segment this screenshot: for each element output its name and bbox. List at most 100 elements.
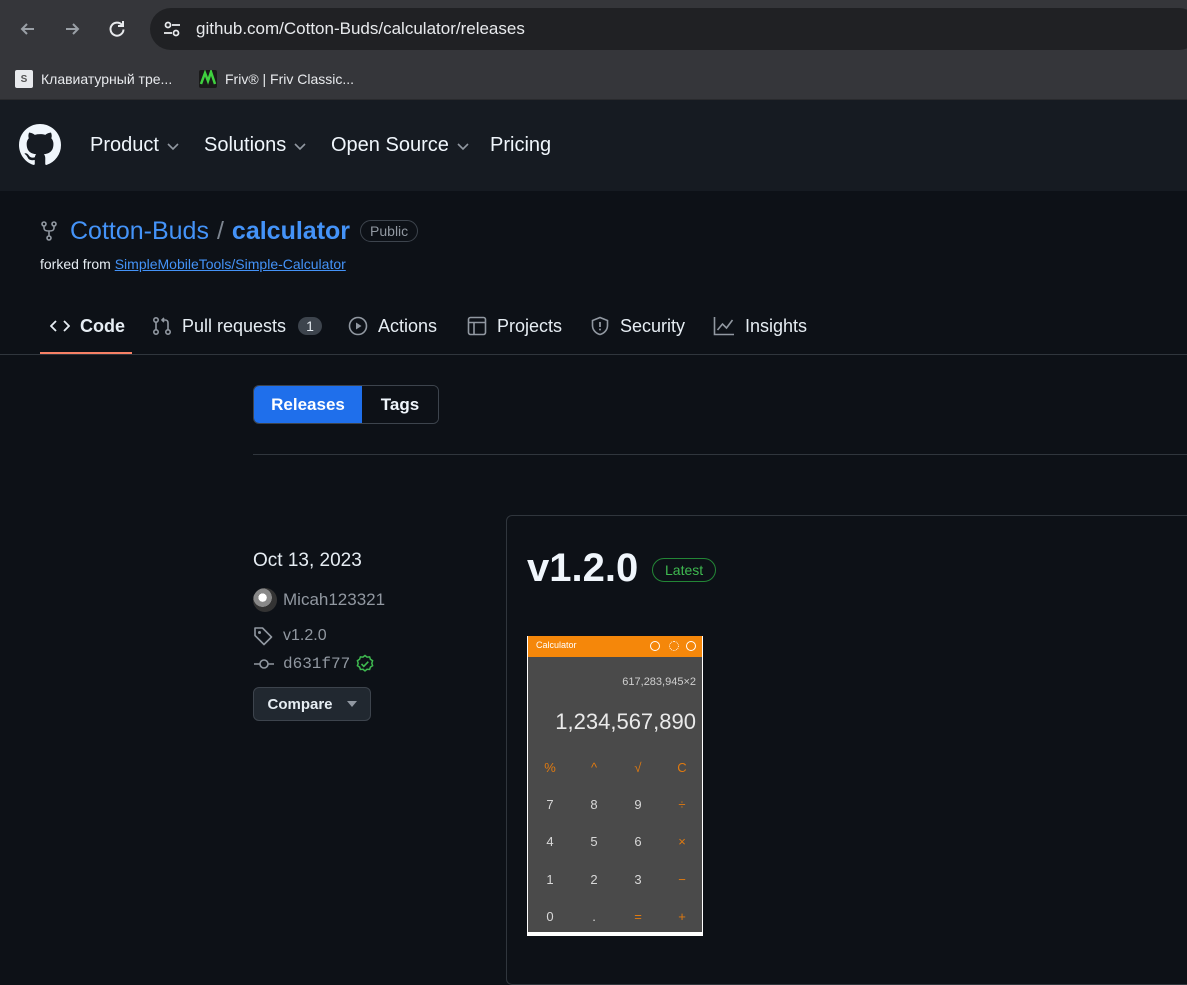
reload-button[interactable] (104, 16, 130, 42)
calc-key: 6 (634, 834, 642, 849)
calc-key: × (678, 834, 686, 849)
calc-key: 2 (590, 872, 598, 887)
git-commit-icon (254, 659, 274, 669)
chevron-down-icon (167, 142, 179, 150)
repo-title: Cotton-Buds / calculator Public (40, 215, 419, 247)
verified-icon[interactable] (355, 654, 375, 674)
calc-key: % (544, 760, 556, 775)
calc-key: √ (634, 760, 642, 775)
repo-tabs: Code Pull requests 1 Actions Projects Se… (0, 300, 1187, 355)
address-bar[interactable]: github.com/Cotton-Buds/calculator/releas… (150, 8, 1187, 50)
repo-name-link[interactable]: calculator (232, 217, 350, 246)
tab-label: Security (620, 315, 686, 336)
release-date: Oct 13, 2023 (253, 550, 362, 571)
tab-code[interactable]: Code (50, 312, 125, 340)
info-icon (686, 641, 696, 651)
repo-separator: / (216, 216, 224, 245)
author-name[interactable]: Micah123321 (283, 590, 385, 610)
tag-name[interactable]: v1.2.0 (283, 627, 327, 645)
arrow-left-icon (20, 23, 34, 35)
url-text[interactable]: github.com/Cotton-Buds/calculator/releas… (196, 19, 525, 39)
menu-pricing[interactable]: Pricing (490, 134, 551, 157)
tab-label: Code (80, 315, 125, 336)
visibility-badge: Public (360, 220, 419, 242)
calc-key: 7 (546, 797, 554, 812)
release-tag-link[interactable]: v1.2.0 (253, 626, 327, 646)
calc-key: 9 (634, 797, 642, 812)
app-title: Calculator (536, 640, 577, 650)
bookmark-favicon: S (15, 70, 33, 88)
release-screenshot[interactable]: Calculator 617,283,945×2 1,234,567,890 %… (527, 636, 703, 936)
avatar[interactable] (253, 588, 277, 612)
code-icon (50, 320, 70, 332)
calc-key: 8 (590, 797, 598, 812)
tab-pull-requests[interactable]: Pull requests 1 (152, 312, 322, 340)
chevron-down-icon (294, 142, 306, 150)
calc-key: = (634, 909, 642, 924)
chevron-down-icon (457, 142, 469, 150)
tab-insights[interactable]: Insights (713, 312, 807, 340)
browser-toolbar: github.com/Cotton-Buds/calculator/releas… (0, 0, 1187, 58)
commit-sha[interactable]: d631f77 (283, 655, 350, 673)
history-icon (650, 641, 660, 651)
triangle-down-icon (346, 701, 357, 707)
forked-from-link[interactable]: SimpleMobileTools/Simple-Calculator (115, 256, 346, 272)
site-info-icon[interactable] (160, 18, 184, 40)
bookmark-keyboard-trainer[interactable]: S Клавиатурный тре... (15, 66, 172, 92)
tab-label: Actions (378, 315, 438, 336)
menu-open-source[interactable]: Open Source (331, 134, 469, 157)
releases-tags-toggle: Releases Tags (253, 385, 439, 424)
calc-key: C (677, 760, 687, 775)
friv-icon (199, 70, 217, 88)
divider (253, 454, 1187, 455)
tab-label: Projects (497, 315, 563, 336)
menu-label: Product (90, 134, 159, 156)
calc-key: 3 (634, 872, 642, 887)
github-logo-icon[interactable] (19, 124, 61, 166)
menu-product[interactable]: Product (90, 134, 179, 157)
latest-badge: Latest (652, 558, 717, 582)
settings-icon (669, 641, 679, 651)
back-button[interactable] (15, 16, 41, 42)
releases-button[interactable]: Releases (254, 386, 362, 423)
calc-key: ^ (590, 760, 598, 775)
calc-result: 1,234,567,890 (555, 709, 696, 734)
bookmarks-bar: S Клавиатурный тре... Friv® | Friv Class… (0, 58, 1187, 100)
menu-label: Pricing (490, 134, 552, 156)
table-icon (467, 316, 487, 336)
release-card: v1.2.0 Latest Calculator 617,283,945×2 1… (506, 515, 1187, 985)
calc-key: ÷ (678, 797, 686, 812)
menu-solutions[interactable]: Solutions (204, 134, 306, 157)
calc-key: − (678, 872, 686, 887)
calculator-app-screen: Calculator 617,283,945×2 1,234,567,890 %… (528, 636, 702, 932)
forward-button[interactable] (59, 16, 85, 42)
active-tab-indicator (40, 352, 132, 354)
menu-label: Open Source (331, 134, 449, 156)
tag-icon (254, 627, 273, 646)
menu-label: Solutions (204, 134, 287, 156)
calc-key: 4 (546, 834, 554, 849)
compare-button[interactable]: Compare (253, 687, 371, 721)
release-title[interactable]: v1.2.0 (527, 546, 638, 591)
release-author[interactable]: Micah123321 (253, 588, 385, 612)
bookmark-friv[interactable]: Friv® | Friv Classic... (199, 66, 354, 92)
arrow-right-icon (66, 23, 80, 35)
release-commit-link[interactable]: d631f77 (253, 654, 375, 674)
calc-formula: 617,283,945×2 (622, 676, 696, 688)
bookmark-label: Friv® | Friv Classic... (225, 71, 355, 87)
repo-owner-link[interactable]: Cotton-Buds (70, 217, 209, 246)
calc-key: . (592, 909, 596, 924)
calc-key: 5 (590, 834, 598, 849)
git-pull-request-icon (152, 316, 172, 336)
tab-projects[interactable]: Projects (467, 312, 562, 340)
compare-label: Compare (267, 695, 333, 713)
shield-icon (591, 316, 609, 336)
tags-button[interactable]: Tags (362, 386, 438, 423)
github-header: Product Solutions Open Source Pricing (0, 100, 1187, 191)
forked-from: forked from SimpleMobileTools/Simple-Cal… (40, 256, 346, 272)
graph-icon (713, 317, 734, 336)
tab-security[interactable]: Security (590, 312, 685, 340)
play-icon (348, 316, 368, 336)
tab-actions[interactable]: Actions (348, 312, 437, 340)
tab-label: Pull requests (182, 315, 287, 336)
